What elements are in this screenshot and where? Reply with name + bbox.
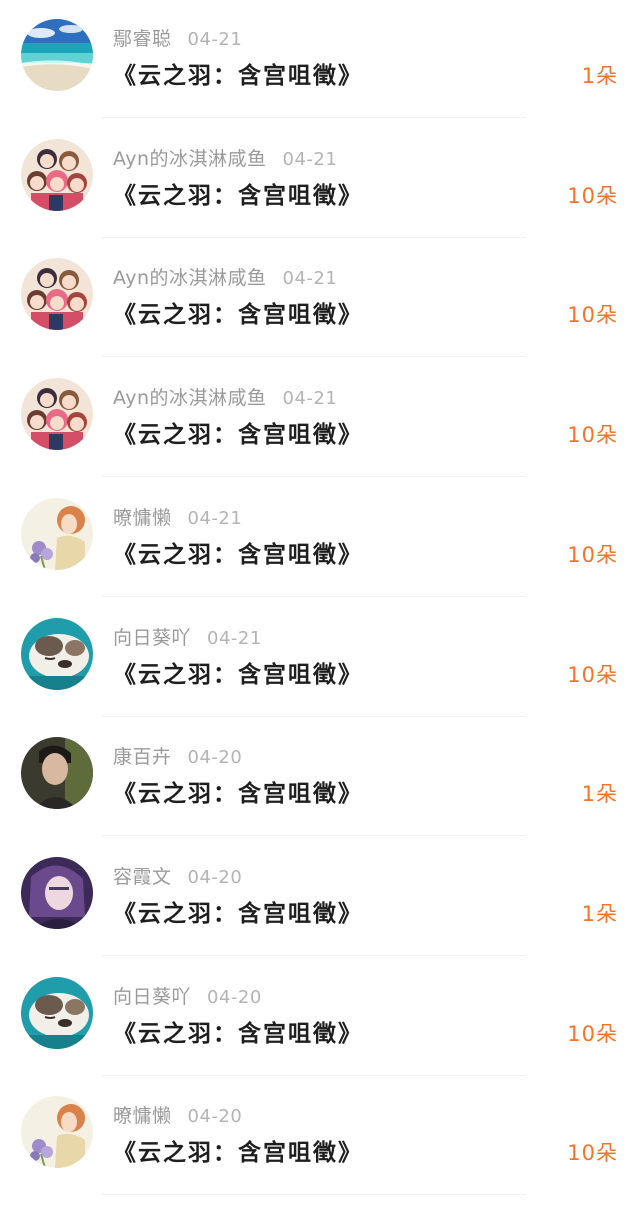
user-avatar[interactable] bbox=[21, 857, 93, 929]
gift-record-row[interactable]: Ayn的冰淇淋咸鱼 04-21 《云之羽：含宫咀徵》 10朵 bbox=[0, 239, 640, 359]
book-title: 《云之羽：含宫咀徵》 bbox=[113, 63, 363, 89]
gift-date: 04-20 bbox=[187, 1106, 243, 1127]
row-divider bbox=[102, 596, 526, 597]
row-meta: 向日葵吖 04-20 bbox=[113, 985, 262, 1009]
row-divider bbox=[102, 1194, 526, 1195]
gift-date: 04-21 bbox=[282, 268, 338, 289]
row-meta: 容霞文 04-20 bbox=[113, 865, 242, 889]
user-name[interactable]: 容霞文 bbox=[113, 866, 172, 888]
gift-date: 04-21 bbox=[282, 149, 338, 170]
gift-record-row[interactable]: 向日葵吖 04-20 《云之羽：含宫咀徵》 10朵 bbox=[0, 958, 640, 1078]
user-avatar[interactable] bbox=[21, 977, 93, 1049]
book-title: 《云之羽：含宫咀徵》 bbox=[113, 781, 363, 807]
gift-record-row[interactable]: 向日葵吖 04-21 《云之羽：含宫咀徵》 10朵 bbox=[0, 599, 640, 719]
user-name[interactable]: 康百卉 bbox=[113, 746, 172, 768]
flower-amount: 10朵 bbox=[567, 663, 618, 687]
user-name[interactable]: 向日葵吖 bbox=[113, 986, 191, 1008]
user-name[interactable]: Ayn的冰淇淋咸鱼 bbox=[113, 267, 267, 289]
row-divider bbox=[102, 955, 526, 956]
row-divider bbox=[102, 476, 526, 477]
row-meta: 暸慵懒 04-21 bbox=[113, 506, 242, 530]
book-title: 《云之羽：含宫咀徵》 bbox=[113, 183, 363, 209]
gift-record-row[interactable]: 容霞文 04-20 《云之羽：含宫咀徵》 1朵 bbox=[0, 838, 640, 958]
gift-record-row[interactable]: 暸慵懒 04-20 《云之羽：含宫咀徵》 10朵 bbox=[0, 1077, 640, 1197]
user-name[interactable]: 暸慵懒 bbox=[113, 507, 172, 529]
user-avatar[interactable] bbox=[21, 258, 93, 330]
row-divider bbox=[102, 835, 526, 836]
flower-amount: 1朵 bbox=[581, 782, 618, 806]
row-meta: Ayn的冰淇淋咸鱼 04-21 bbox=[113, 147, 337, 171]
flower-amount: 1朵 bbox=[581, 902, 618, 926]
gift-date: 04-20 bbox=[207, 987, 262, 1008]
user-avatar[interactable] bbox=[21, 1096, 93, 1168]
gift-record-row[interactable]: Ayn的冰淇淋咸鱼 04-21 《云之羽：含宫咀徵》 10朵 bbox=[0, 359, 640, 479]
row-divider bbox=[102, 1075, 526, 1076]
row-meta: 向日葵吖 04-21 bbox=[113, 626, 262, 650]
row-divider bbox=[102, 356, 526, 357]
user-avatar[interactable] bbox=[21, 737, 93, 809]
row-meta: Ayn的冰淇淋咸鱼 04-21 bbox=[113, 266, 337, 290]
user-avatar[interactable] bbox=[21, 378, 93, 450]
user-avatar[interactable] bbox=[21, 19, 93, 91]
gift-record-row[interactable]: Ayn的冰淇淋咸鱼 04-21 《云之羽：含宫咀徵》 10朵 bbox=[0, 120, 640, 240]
flower-amount: 10朵 bbox=[567, 1141, 618, 1165]
row-divider bbox=[102, 716, 526, 717]
gift-date: 04-20 bbox=[187, 747, 243, 768]
user-avatar[interactable] bbox=[21, 139, 93, 211]
row-meta: 康百卉 04-20 bbox=[113, 745, 242, 769]
user-name[interactable]: 向日葵吖 bbox=[113, 627, 191, 649]
user-name[interactable]: Ayn的冰淇淋咸鱼 bbox=[113, 148, 267, 170]
flower-amount: 1朵 bbox=[581, 64, 618, 88]
user-name[interactable]: Ayn的冰淇淋咸鱼 bbox=[113, 387, 267, 409]
gift-date: 04-21 bbox=[207, 628, 262, 649]
flower-amount: 10朵 bbox=[567, 423, 618, 447]
book-title: 《云之羽：含宫咀徵》 bbox=[113, 901, 363, 927]
user-avatar[interactable] bbox=[21, 618, 93, 690]
user-name[interactable]: 鄢睿聪 bbox=[113, 28, 172, 50]
gift-date: 04-21 bbox=[187, 508, 243, 529]
book-title: 《云之羽：含宫咀徵》 bbox=[113, 542, 363, 568]
gift-record-row[interactable]: 鄢睿聪 04-21 《云之羽：含宫咀徵》 1朵 bbox=[0, 0, 640, 120]
book-title: 《云之羽：含宫咀徵》 bbox=[113, 662, 363, 688]
user-name[interactable]: 暸慵懒 bbox=[113, 1105, 172, 1127]
gift-date: 04-20 bbox=[187, 867, 243, 888]
book-title: 《云之羽：含宫咀徵》 bbox=[113, 1140, 363, 1166]
row-meta: Ayn的冰淇淋咸鱼 04-21 bbox=[113, 386, 337, 410]
gift-date: 04-21 bbox=[187, 29, 243, 50]
book-title: 《云之羽：含宫咀徵》 bbox=[113, 422, 363, 448]
row-meta: 暸慵懒 04-20 bbox=[113, 1104, 242, 1128]
flower-amount: 10朵 bbox=[567, 1022, 618, 1046]
row-divider bbox=[102, 237, 526, 238]
gift-record-list: 鄢睿聪 04-21 《云之羽：含宫咀徵》 1朵 Ayn的冰淇淋咸鱼 04-21 《云之羽：含… bbox=[0, 0, 640, 1205]
gift-date: 04-21 bbox=[282, 388, 338, 409]
book-title: 《云之羽：含宫咀徵》 bbox=[113, 302, 363, 328]
book-title: 《云之羽：含宫咀徵》 bbox=[113, 1021, 363, 1047]
user-avatar[interactable] bbox=[21, 498, 93, 570]
gift-record-row[interactable]: 康百卉 04-20 《云之羽：含宫咀徵》 1朵 bbox=[0, 718, 640, 838]
flower-amount: 10朵 bbox=[567, 184, 618, 208]
flower-amount: 10朵 bbox=[567, 543, 618, 567]
flower-amount: 10朵 bbox=[567, 303, 618, 327]
row-meta: 鄢睿聪 04-21 bbox=[113, 27, 242, 51]
row-divider bbox=[102, 117, 526, 118]
gift-record-row[interactable]: 暸慵懒 04-21 《云之羽：含宫咀徵》 10朵 bbox=[0, 479, 640, 599]
